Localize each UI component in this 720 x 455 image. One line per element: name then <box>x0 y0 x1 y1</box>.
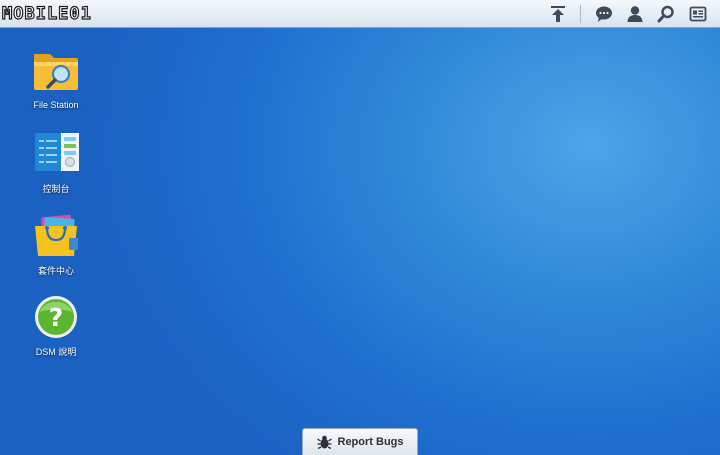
control-panel-icon <box>32 132 80 180</box>
package-center-icon <box>32 214 80 262</box>
logo-text: MOBILE01 <box>1 3 92 24</box>
desktop-icon-control-panel[interactable]: 控制台 <box>11 132 101 195</box>
upload-icon[interactable] <box>548 4 568 24</box>
taskbar: MOBILE01 <box>0 0 720 28</box>
desktop-icon-file-station[interactable]: File Station <box>11 50 101 110</box>
report-bugs-label: Report Bugs <box>337 436 404 448</box>
report-bugs-button[interactable]: Report Bugs <box>302 428 418 455</box>
desktop-icon-package-center[interactable]: 套件中心 <box>11 214 101 277</box>
desktop-icon-label: File Station <box>33 100 79 110</box>
help-icon: ? <box>32 295 80 343</box>
taskbar-separator <box>580 5 581 23</box>
desktop-icon-dsm-help[interactable]: ? DSM 說明 <box>11 295 101 358</box>
chat-icon[interactable] <box>594 4 614 24</box>
desktop-icon-label: DSM 說明 <box>35 347 77 357</box>
widgets-icon[interactable] <box>688 4 708 24</box>
bug-icon <box>316 435 332 449</box>
desktop-icon-label: 控制台 <box>42 184 70 194</box>
file-station-icon <box>32 50 80 98</box>
user-icon[interactable] <box>625 4 645 24</box>
watermark-logo: MOBILE01 <box>1 3 92 25</box>
search-icon[interactable] <box>656 4 676 24</box>
desktop-icon-label: 套件中心 <box>37 266 74 276</box>
svg-text:?: ? <box>49 303 64 332</box>
